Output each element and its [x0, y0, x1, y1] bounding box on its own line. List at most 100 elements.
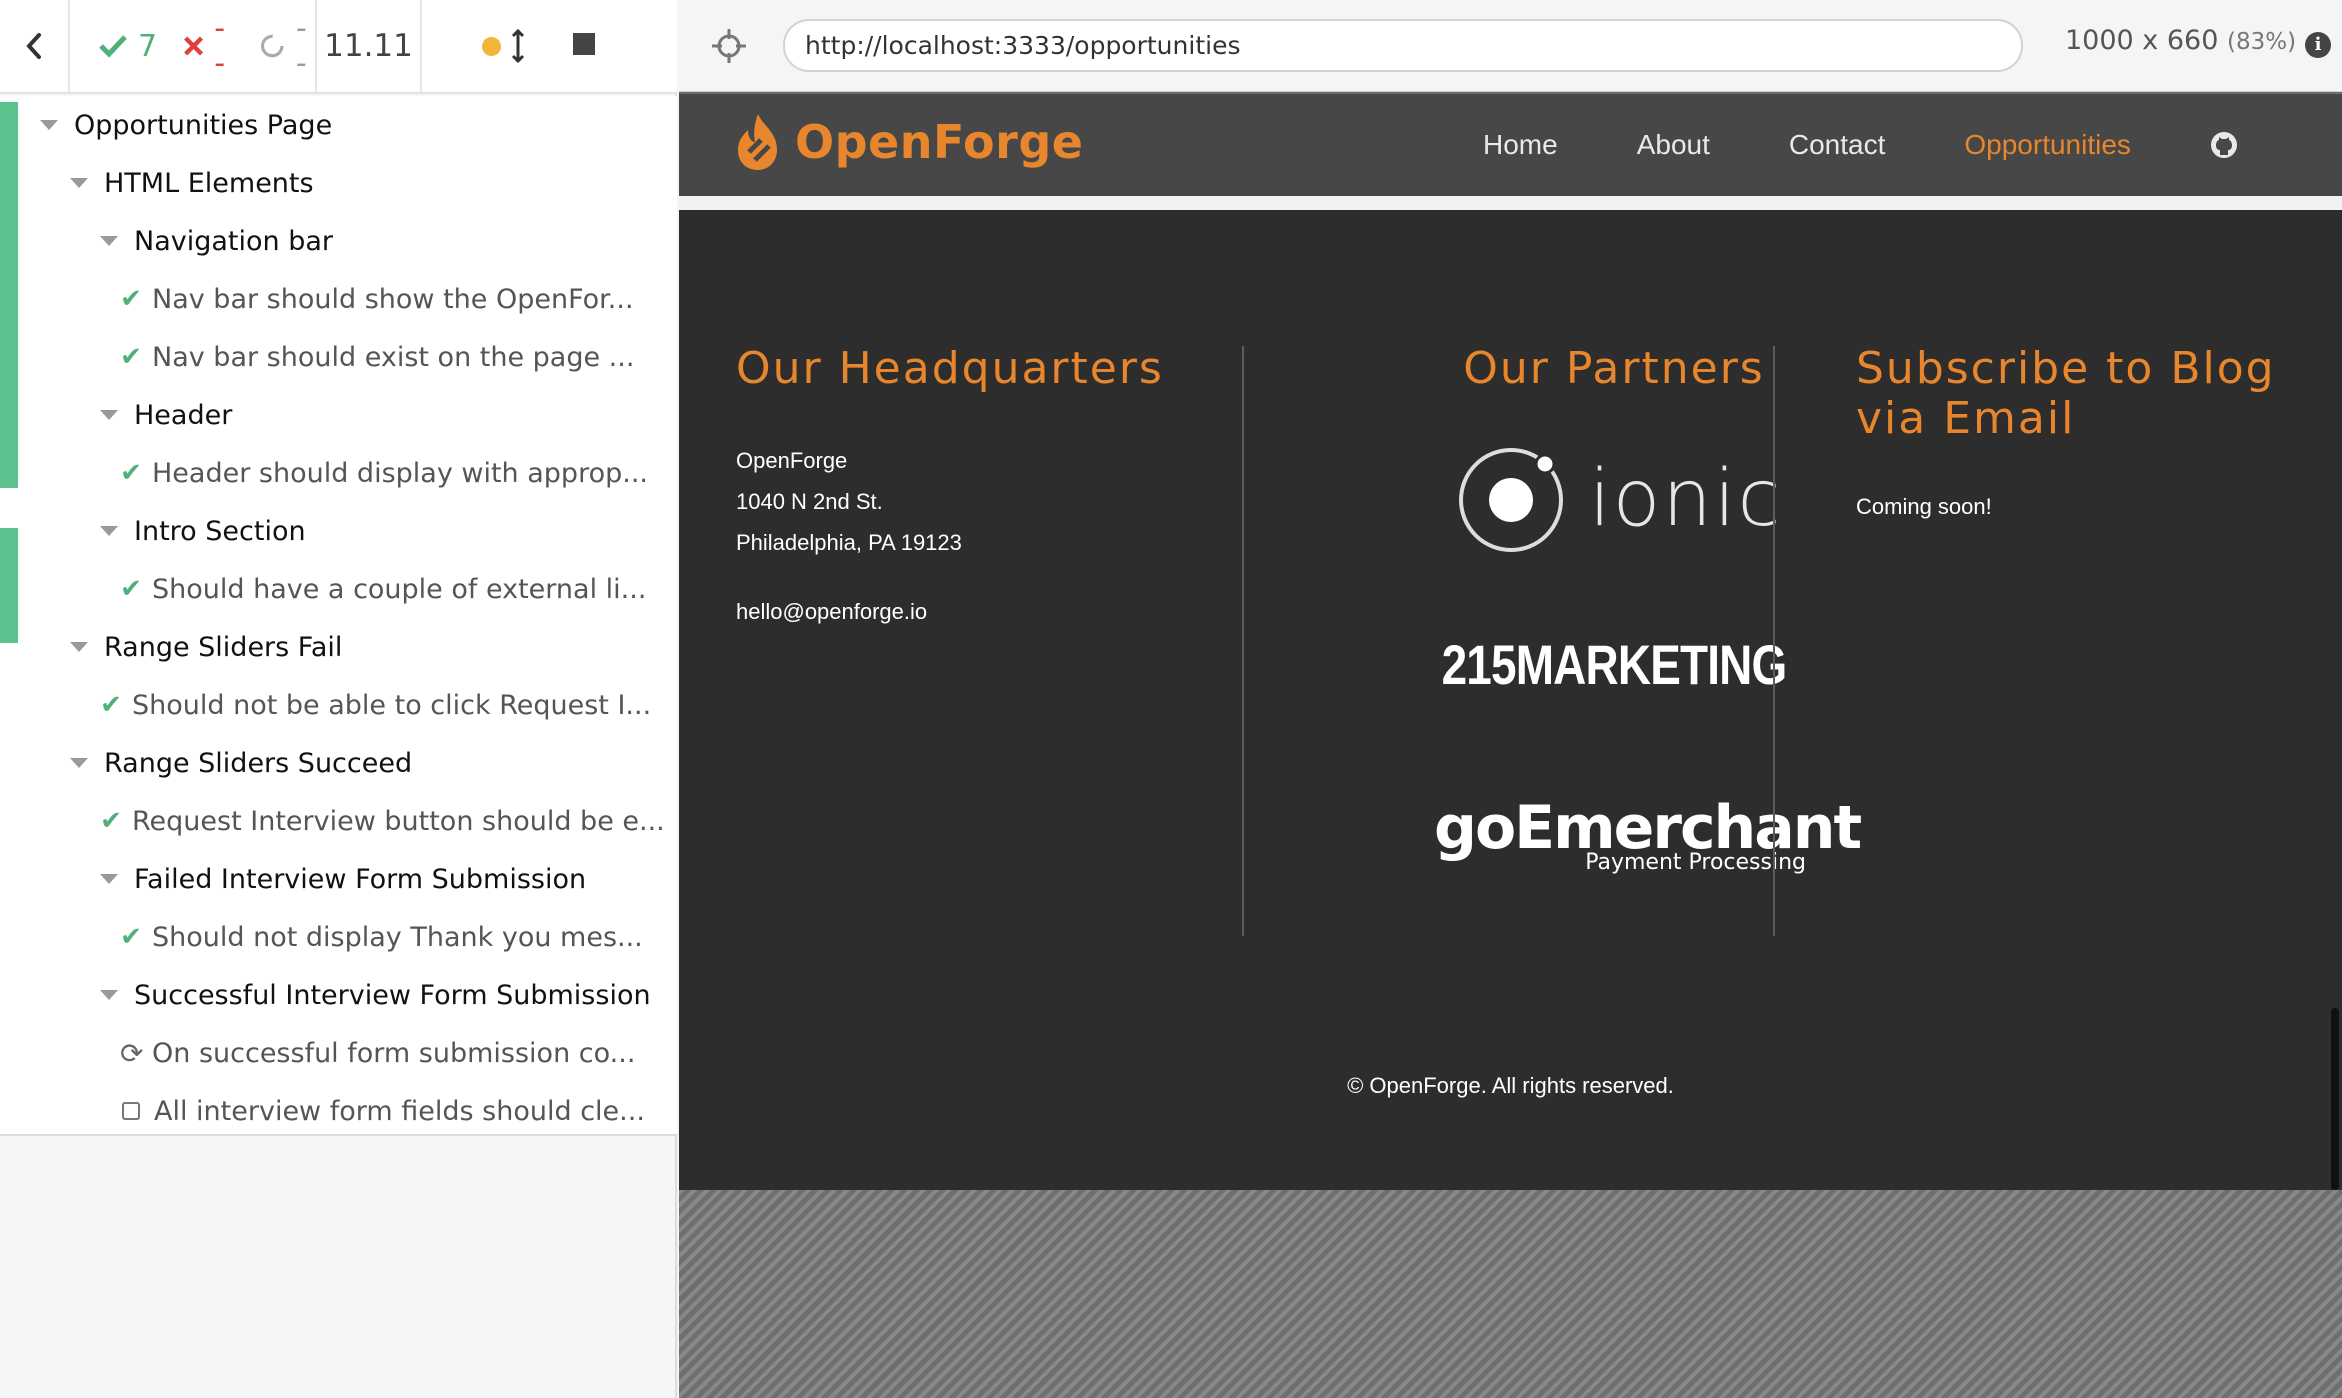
pending-stat: -- — [259, 11, 315, 81]
check-icon: ✔ — [120, 342, 142, 372]
nav-opportunities[interactable]: Opportunities — [1964, 129, 2131, 161]
checkbox-icon — [122, 1102, 140, 1120]
check-icon: ✔ — [120, 574, 142, 604]
subscribe-title-line1: Subscribe to Blog — [1856, 343, 2276, 394]
github-link[interactable] — [2210, 131, 2238, 159]
hq-street: 1040 N 2nd St. — [736, 489, 883, 514]
test-label: Should have a couple of external li... — [152, 573, 647, 605]
ionic-circle-icon — [1459, 448, 1563, 552]
caret-down-icon — [40, 120, 58, 130]
caret-down-icon — [100, 236, 118, 246]
subscribe-text: Coming soon! — [1856, 494, 1992, 519]
caret-down-icon — [100, 874, 118, 884]
ionic-text: ionic — [1589, 454, 1783, 544]
info-icon[interactable]: i — [2305, 32, 2331, 58]
pass-indicator-bar — [0, 102, 18, 488]
suite-row[interactable]: Failed Interview Form Submission — [0, 850, 586, 908]
check-icon — [99, 35, 127, 58]
check-icon: ✔ — [120, 458, 142, 488]
column-divider — [1242, 346, 1244, 936]
215marketing-logo[interactable]: 215MARKETING — [1409, 632, 1819, 697]
pending-circle-icon — [261, 34, 284, 58]
suite-row[interactable]: Header — [0, 386, 232, 444]
nav-links: Home About Contact Opportunities — [1483, 94, 2238, 196]
test-row[interactable]: ✔ Request Interview button should be e... — [0, 792, 665, 850]
column-divider — [1773, 346, 1775, 936]
caret-down-icon — [100, 410, 118, 420]
status-dot-icon — [482, 36, 501, 56]
url-input[interactable] — [783, 19, 2023, 72]
suite-row[interactable]: Navigation bar — [0, 212, 333, 270]
goemerchant-logo[interactable]: goEmerchant Payment Processing — [1434, 796, 1862, 875]
site-logo[interactable]: OpenForge — [733, 112, 1083, 172]
pass-indicator-bar — [0, 528, 18, 643]
viewport-size: 1000 x 660 — [2065, 25, 2219, 56]
chevron-left-icon — [26, 33, 41, 59]
vertical-arrows-icon — [511, 29, 525, 63]
suite-row[interactable]: Opportunities Page — [0, 96, 332, 154]
suite-label: Successful Interview Form Submission — [134, 979, 651, 1011]
subscribe-title-line2: via Email — [1856, 393, 2076, 444]
passed-stat: 7 — [98, 29, 157, 64]
check-icon: ✔ — [100, 690, 122, 720]
app-iframe: OpenForge Home About Contact Opportuniti… — [679, 94, 2342, 1190]
copyright: © OpenForge. All rights reserved. — [1347, 1073, 1674, 1098]
caret-down-icon — [70, 642, 88, 652]
test-label: Nav bar should exist on the page ... — [152, 341, 635, 373]
suite-row[interactable]: HTML Elements — [0, 154, 314, 212]
reporter-controls — [422, 0, 677, 92]
url-bar: 1000 x 660 (83%) i — [679, 0, 2342, 92]
viewport-info: 1000 x 660 (83%) — [2065, 25, 2296, 56]
suite-row[interactable]: Successful Interview Form Submission — [0, 966, 651, 1024]
reporter-header: 7 -- -- 11.11 — [0, 0, 677, 94]
test-row[interactable]: ✔ Should have a couple of external li... — [0, 560, 646, 618]
stop-button[interactable] — [573, 33, 595, 59]
ionic-logo[interactable]: ionic — [1457, 444, 1782, 554]
subscribe-section: Subscribe to Blog via Email Coming soon! — [1856, 344, 2296, 527]
hq-email-link[interactable]: hello@openforge.io — [736, 591, 1164, 632]
failed-count: -- — [214, 11, 226, 81]
test-row[interactable]: ✔ Should not be able to click Request I..… — [0, 676, 651, 734]
nav-home[interactable]: Home — [1483, 129, 1558, 161]
autoscroll-toggle[interactable] — [482, 29, 525, 63]
test-label: Should not display Thank you mes... — [152, 921, 643, 953]
viewport-background — [679, 1190, 2342, 1398]
pending-count: -- — [295, 11, 307, 81]
caret-down-icon — [70, 758, 88, 768]
nav-contact[interactable]: Contact — [1789, 129, 1886, 161]
duration: 11.11 — [317, 0, 422, 92]
suite-label: Navigation bar — [134, 225, 333, 257]
back-button[interactable] — [0, 0, 70, 92]
site-navbar: OpenForge Home About Contact Opportuniti… — [679, 94, 2342, 196]
test-label: Nav bar should show the OpenFor... — [152, 283, 634, 315]
test-row[interactable]: ✔ Nav bar should exist on the page ... — [0, 328, 634, 386]
stop-icon — [573, 33, 595, 55]
check-icon: ✔ — [120, 922, 142, 952]
crosshair-icon[interactable] — [709, 26, 749, 66]
github-icon — [2210, 132, 2237, 158]
logo-text: OpenForge — [795, 115, 1084, 169]
suite-label: Failed Interview Form Submission — [134, 863, 587, 895]
x-icon — [184, 36, 204, 56]
test-label: On successful form submission co... — [152, 1037, 636, 1069]
nav-about[interactable]: About — [1637, 129, 1710, 161]
suite-label: Header — [134, 399, 233, 431]
test-label: Header should display with approp... — [152, 457, 648, 489]
suite-label: Intro Section — [134, 515, 306, 547]
headquarters-section: Our Headquarters OpenForge 1040 N 2nd St… — [736, 344, 1164, 632]
test-label: Request Interview button should be e... — [132, 805, 665, 837]
caret-down-icon — [100, 990, 118, 1000]
suite-row[interactable]: Range Sliders Succeed — [0, 734, 412, 792]
check-icon: ✔ — [100, 806, 122, 836]
test-row[interactable]: All interview form fields should cle... — [0, 1082, 645, 1140]
test-tree: Opportunities Page HTML Elements Navigatio… — [0, 96, 677, 1136]
failed-stat: -- — [183, 11, 233, 81]
test-row[interactable]: ✔ Should not display Thank you mes... — [0, 908, 643, 966]
test-row[interactable]: ✔ Nav bar should show the OpenFor... — [0, 270, 634, 328]
test-row[interactable]: ⟳ On successful form submission co... — [0, 1024, 635, 1082]
test-row[interactable]: ✔ Header should display with approp... — [0, 444, 648, 502]
refresh-icon: ⟳ — [120, 1036, 144, 1070]
suite-row[interactable]: Range Sliders Fail — [0, 618, 342, 676]
iframe-scrollbar[interactable] — [2331, 1008, 2339, 1190]
suite-row[interactable]: Intro Section — [0, 502, 306, 560]
